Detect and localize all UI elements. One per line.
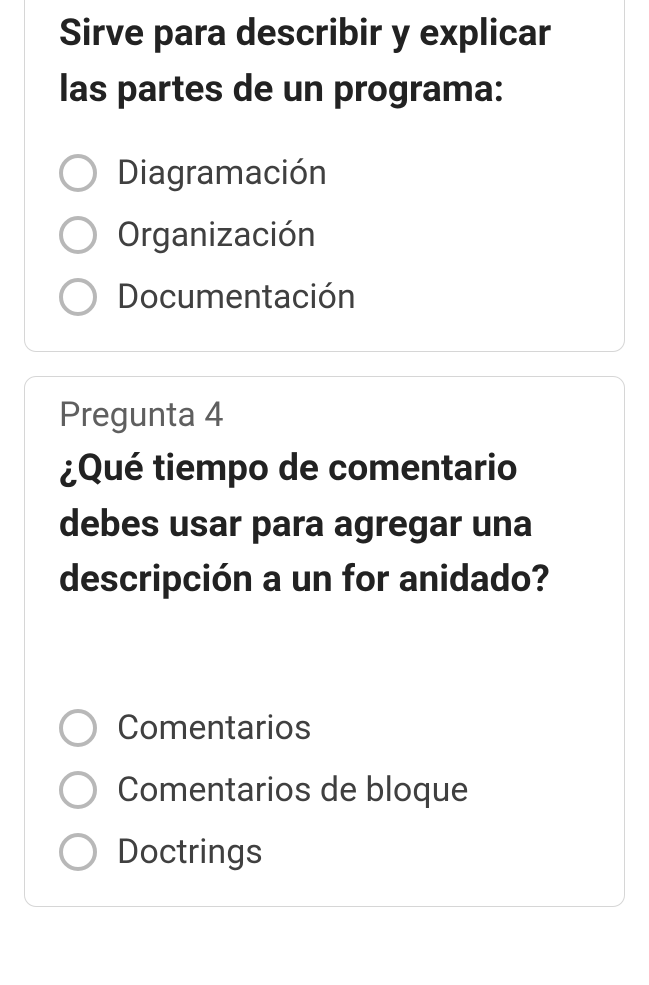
- option-documentacion[interactable]: Documentación: [59, 277, 590, 317]
- option-comentarios[interactable]: Comentarios: [59, 708, 590, 748]
- option-label: Organización: [117, 215, 316, 255]
- option-label: Comentarios de bloque: [117, 770, 468, 810]
- option-diagramacion[interactable]: Diagramación: [59, 153, 590, 193]
- question-number: Pregunta 4: [59, 395, 590, 435]
- radio-icon[interactable]: [59, 216, 97, 254]
- radio-icon[interactable]: [59, 154, 97, 192]
- option-label: Documentación: [117, 277, 356, 317]
- option-organizacion[interactable]: Organización: [59, 215, 590, 255]
- options-list: Comentarios Comentarios de bloque Doctri…: [59, 708, 590, 872]
- options-list: Diagramación Organización Documentación: [59, 153, 590, 317]
- option-label: Comentarios: [117, 708, 312, 748]
- question-card-3: Pregunta 3 Sirve para describir y explic…: [24, 0, 625, 352]
- question-card-4: Pregunta 4 ¿Qué tiempo de comentario deb…: [24, 376, 625, 907]
- question-title: ¿Qué tiempo de comentario debes usar par…: [59, 441, 590, 608]
- radio-icon[interactable]: [59, 833, 97, 871]
- radio-icon[interactable]: [59, 709, 97, 747]
- option-doctrings[interactable]: Doctrings: [59, 832, 590, 872]
- option-comentarios-de-bloque[interactable]: Comentarios de bloque: [59, 770, 590, 810]
- question-title: Sirve para describir y explicar las part…: [59, 6, 590, 117]
- radio-icon[interactable]: [59, 771, 97, 809]
- option-label: Diagramación: [117, 153, 327, 193]
- radio-icon[interactable]: [59, 278, 97, 316]
- option-label: Doctrings: [117, 832, 263, 872]
